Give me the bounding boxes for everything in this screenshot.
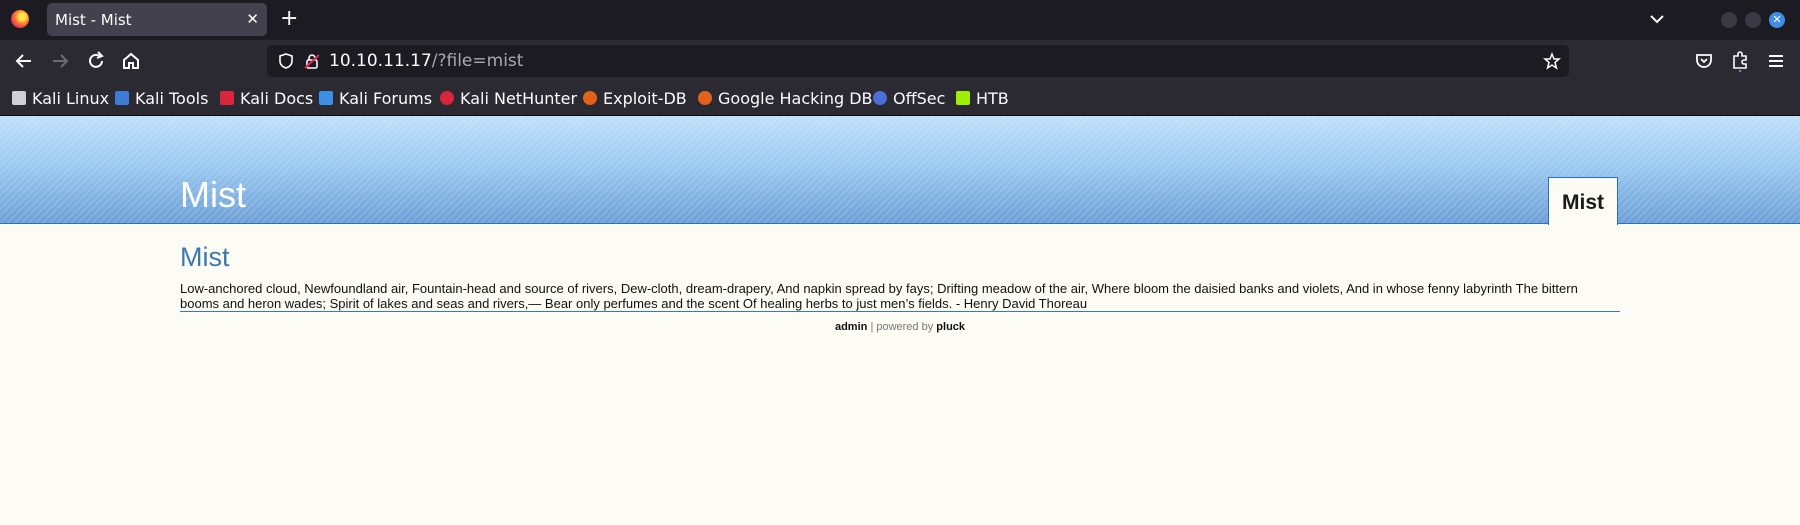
bookmark-kali-tools[interactable]: Kali Tools [115, 89, 208, 108]
url-text[interactable]: 10.10.11.17/?file=mist [329, 51, 523, 71]
htb-icon [956, 91, 970, 105]
page-body-text: Low-anchored cloud, Newfoundland air, Fo… [180, 281, 1578, 311]
new-tab-button[interactable]: + [280, 5, 298, 33]
nav-menu-label: Mist [1562, 191, 1604, 214]
bookmark-kali-docs[interactable]: Kali Docs [220, 89, 313, 108]
menu-icon[interactable] [1765, 50, 1787, 72]
extensions-icon[interactable] [1729, 50, 1751, 72]
exploit-db-icon [583, 91, 597, 105]
url-host: 10.10.11.17 [329, 51, 432, 71]
forward-icon[interactable] [49, 50, 71, 72]
bookmark-label: Kali Docs [240, 89, 314, 108]
bookmark-kali-forums[interactable]: Kali Forums [319, 89, 432, 108]
site-title: Mist [180, 174, 246, 215]
site-header: Mist [0, 116, 1800, 224]
kali-tools-icon [115, 91, 129, 105]
bookmark-label: Kali Tools [135, 89, 209, 108]
footer-powered-by: | powered by [870, 321, 934, 333]
tab-title: Mist - Mist [55, 11, 132, 29]
url-path: /?file=mist [431, 51, 524, 71]
maximize-window-button[interactable] [1745, 12, 1761, 28]
bookmark-google-hacking-db[interactable]: Google Hacking DB [698, 89, 873, 108]
bookmark-label: Google Hacking DB [718, 89, 873, 108]
site-footer: admin | powered by pluck [0, 321, 1800, 333]
tab-close-icon[interactable]: ✕ [246, 10, 259, 28]
bookmark-label: Exploit-DB [603, 89, 687, 108]
home-icon[interactable] [120, 50, 142, 72]
back-icon[interactable] [13, 50, 35, 72]
bookmark-star-icon[interactable] [1543, 52, 1561, 70]
pocket-icon[interactable] [1693, 50, 1715, 72]
content-divider [180, 311, 1620, 312]
browser-tab-active[interactable]: Mist - Mist ✕ [47, 3, 267, 36]
browser-tab-bar: Mist - Mist ✕ + ✕ [0, 0, 1800, 40]
shield-icon[interactable] [277, 52, 295, 70]
bookmark-label: OffSec [893, 89, 946, 108]
address-bar[interactable]: 10.10.11.17/?file=mist [267, 45, 1569, 77]
bookmark-label: Kali Forums [339, 89, 433, 108]
reload-icon[interactable] [85, 50, 107, 72]
firefox-logo-icon[interactable] [11, 10, 29, 28]
kali-docs-icon [220, 91, 234, 105]
navigation-toolbar: 10.10.11.17/?file=mist [0, 40, 1800, 83]
admin-link[interactable]: admin [835, 321, 867, 333]
bookmark-exploit-db[interactable]: Exploit-DB [583, 89, 687, 108]
kali-nethunter-icon [440, 91, 454, 105]
bookmarks-toolbar: Kali Linux Kali Tools Kali Docs Kali For… [0, 83, 1800, 116]
nav-menu-item-mist[interactable]: Mist [1548, 177, 1618, 225]
close-window-button[interactable]: ✕ [1769, 12, 1785, 28]
insecure-lock-icon[interactable] [303, 52, 321, 70]
page-title: Mist [180, 242, 230, 272]
bookmark-kali-nethunter[interactable]: Kali NetHunter [440, 89, 577, 108]
pluck-link[interactable]: pluck [936, 321, 965, 333]
bookmark-offsec[interactable]: OffSec [873, 89, 945, 108]
bookmark-kali-linux[interactable]: Kali Linux [12, 89, 109, 108]
list-all-tabs-icon[interactable] [1648, 10, 1666, 28]
bookmark-label: Kali NetHunter [460, 89, 578, 108]
kali-linux-icon [12, 91, 26, 105]
minimize-window-button[interactable] [1721, 12, 1737, 28]
bookmark-label: Kali Linux [32, 89, 110, 108]
offsec-icon [873, 91, 887, 105]
bookmark-htb[interactable]: HTB [956, 89, 1009, 108]
google-hacking-db-icon [698, 91, 712, 105]
bookmark-label: HTB [976, 89, 1009, 108]
kali-forums-icon [319, 91, 333, 105]
